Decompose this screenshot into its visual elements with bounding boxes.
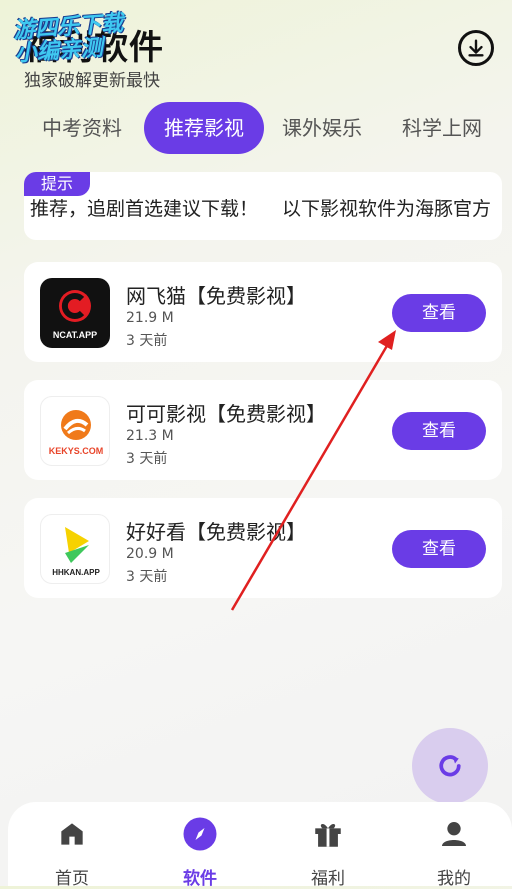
svg-text:KEKYS.COM: KEKYS.COM [49,446,104,456]
app-size: 20.9 M [126,546,174,562]
view-button[interactable]: 查看 [392,530,486,568]
app-card-keke[interactable]: KEKYS.COM 可可影视【免费影视】 21.3 M 3 天前 查看 [24,380,502,480]
refresh-button[interactable] [412,728,488,804]
page-subtitle: 独家破解更新最快 [24,71,160,91]
app-name: 网飞猫【免费影视】 [126,284,306,308]
compass-icon [182,816,218,852]
app-size: 21.9 M [126,310,174,326]
nav-label: 福利 [311,869,345,889]
app-icon-hhkan: HHKAN.APP [40,514,110,584]
notice-badge: 提示 [24,172,90,196]
gift-icon [310,816,346,852]
nav-home[interactable]: 首页 [22,816,122,889]
svg-text:HHKAN.APP: HHKAN.APP [52,568,100,577]
app-card-haohaokan[interactable]: HHKAN.APP 好好看【免费影视】 20.9 M 3 天前 查看 [24,498,502,598]
tab-recommended-video[interactable]: 推荐影视 [144,102,264,154]
svg-text:NCAT.APP: NCAT.APP [53,330,97,340]
app-name: 好好看【免费影视】 [126,520,306,544]
app-size: 21.3 M [126,428,174,444]
app-card-wangfeimao[interactable]: NCAT.APP 网飞猫【免费影视】 21.9 M 3 天前 查看 [24,262,502,362]
notice-text: 推荐，追剧首选建议下载！ 以下影视软件为海豚官方 [30,198,492,220]
app-icon-kekys: KEKYS.COM [40,396,110,466]
watermark-logo: 游四乐下载 小编亲测 [12,11,124,67]
tab-zhongkao[interactable]: 中考资料 [42,102,122,154]
download-icon [468,39,484,57]
nav-software[interactable]: 软件 [150,816,250,889]
view-button[interactable]: 查看 [392,294,486,332]
nav-mine[interactable]: 我的 [404,816,504,889]
tab-entertainment[interactable]: 课外娱乐 [282,102,362,154]
app-updated-time: 3 天前 [126,451,168,467]
nav-label: 软件 [183,869,217,889]
app-updated-time: 3 天前 [126,333,168,349]
app-updated-time: 3 天前 [126,569,168,585]
category-tabs: 中考资料 推荐影视 课外娱乐 科学上网 [20,102,512,158]
tab-science-internet[interactable]: 科学上网 [402,102,482,154]
home-icon [54,816,90,852]
bottom-nav: 首页 软件 福利 我的 [8,802,512,889]
user-icon [436,816,472,852]
refresh-icon [439,755,461,777]
download-button[interactable] [458,30,494,66]
header: 福利软件 游四乐下载 小编亲测 独家破解更新最快 [12,11,494,96]
nav-welfare[interactable]: 福利 [278,816,378,889]
nav-label: 首页 [55,869,89,889]
notice-banner: 推荐，追剧首选建议下载！ 以下影视软件为海豚官方 提示 [24,172,502,240]
app-icon-ncat: NCAT.APP [40,278,110,348]
view-button[interactable]: 查看 [392,412,486,450]
app-name: 可可影视【免费影视】 [126,402,326,426]
nav-label: 我的 [437,869,471,889]
